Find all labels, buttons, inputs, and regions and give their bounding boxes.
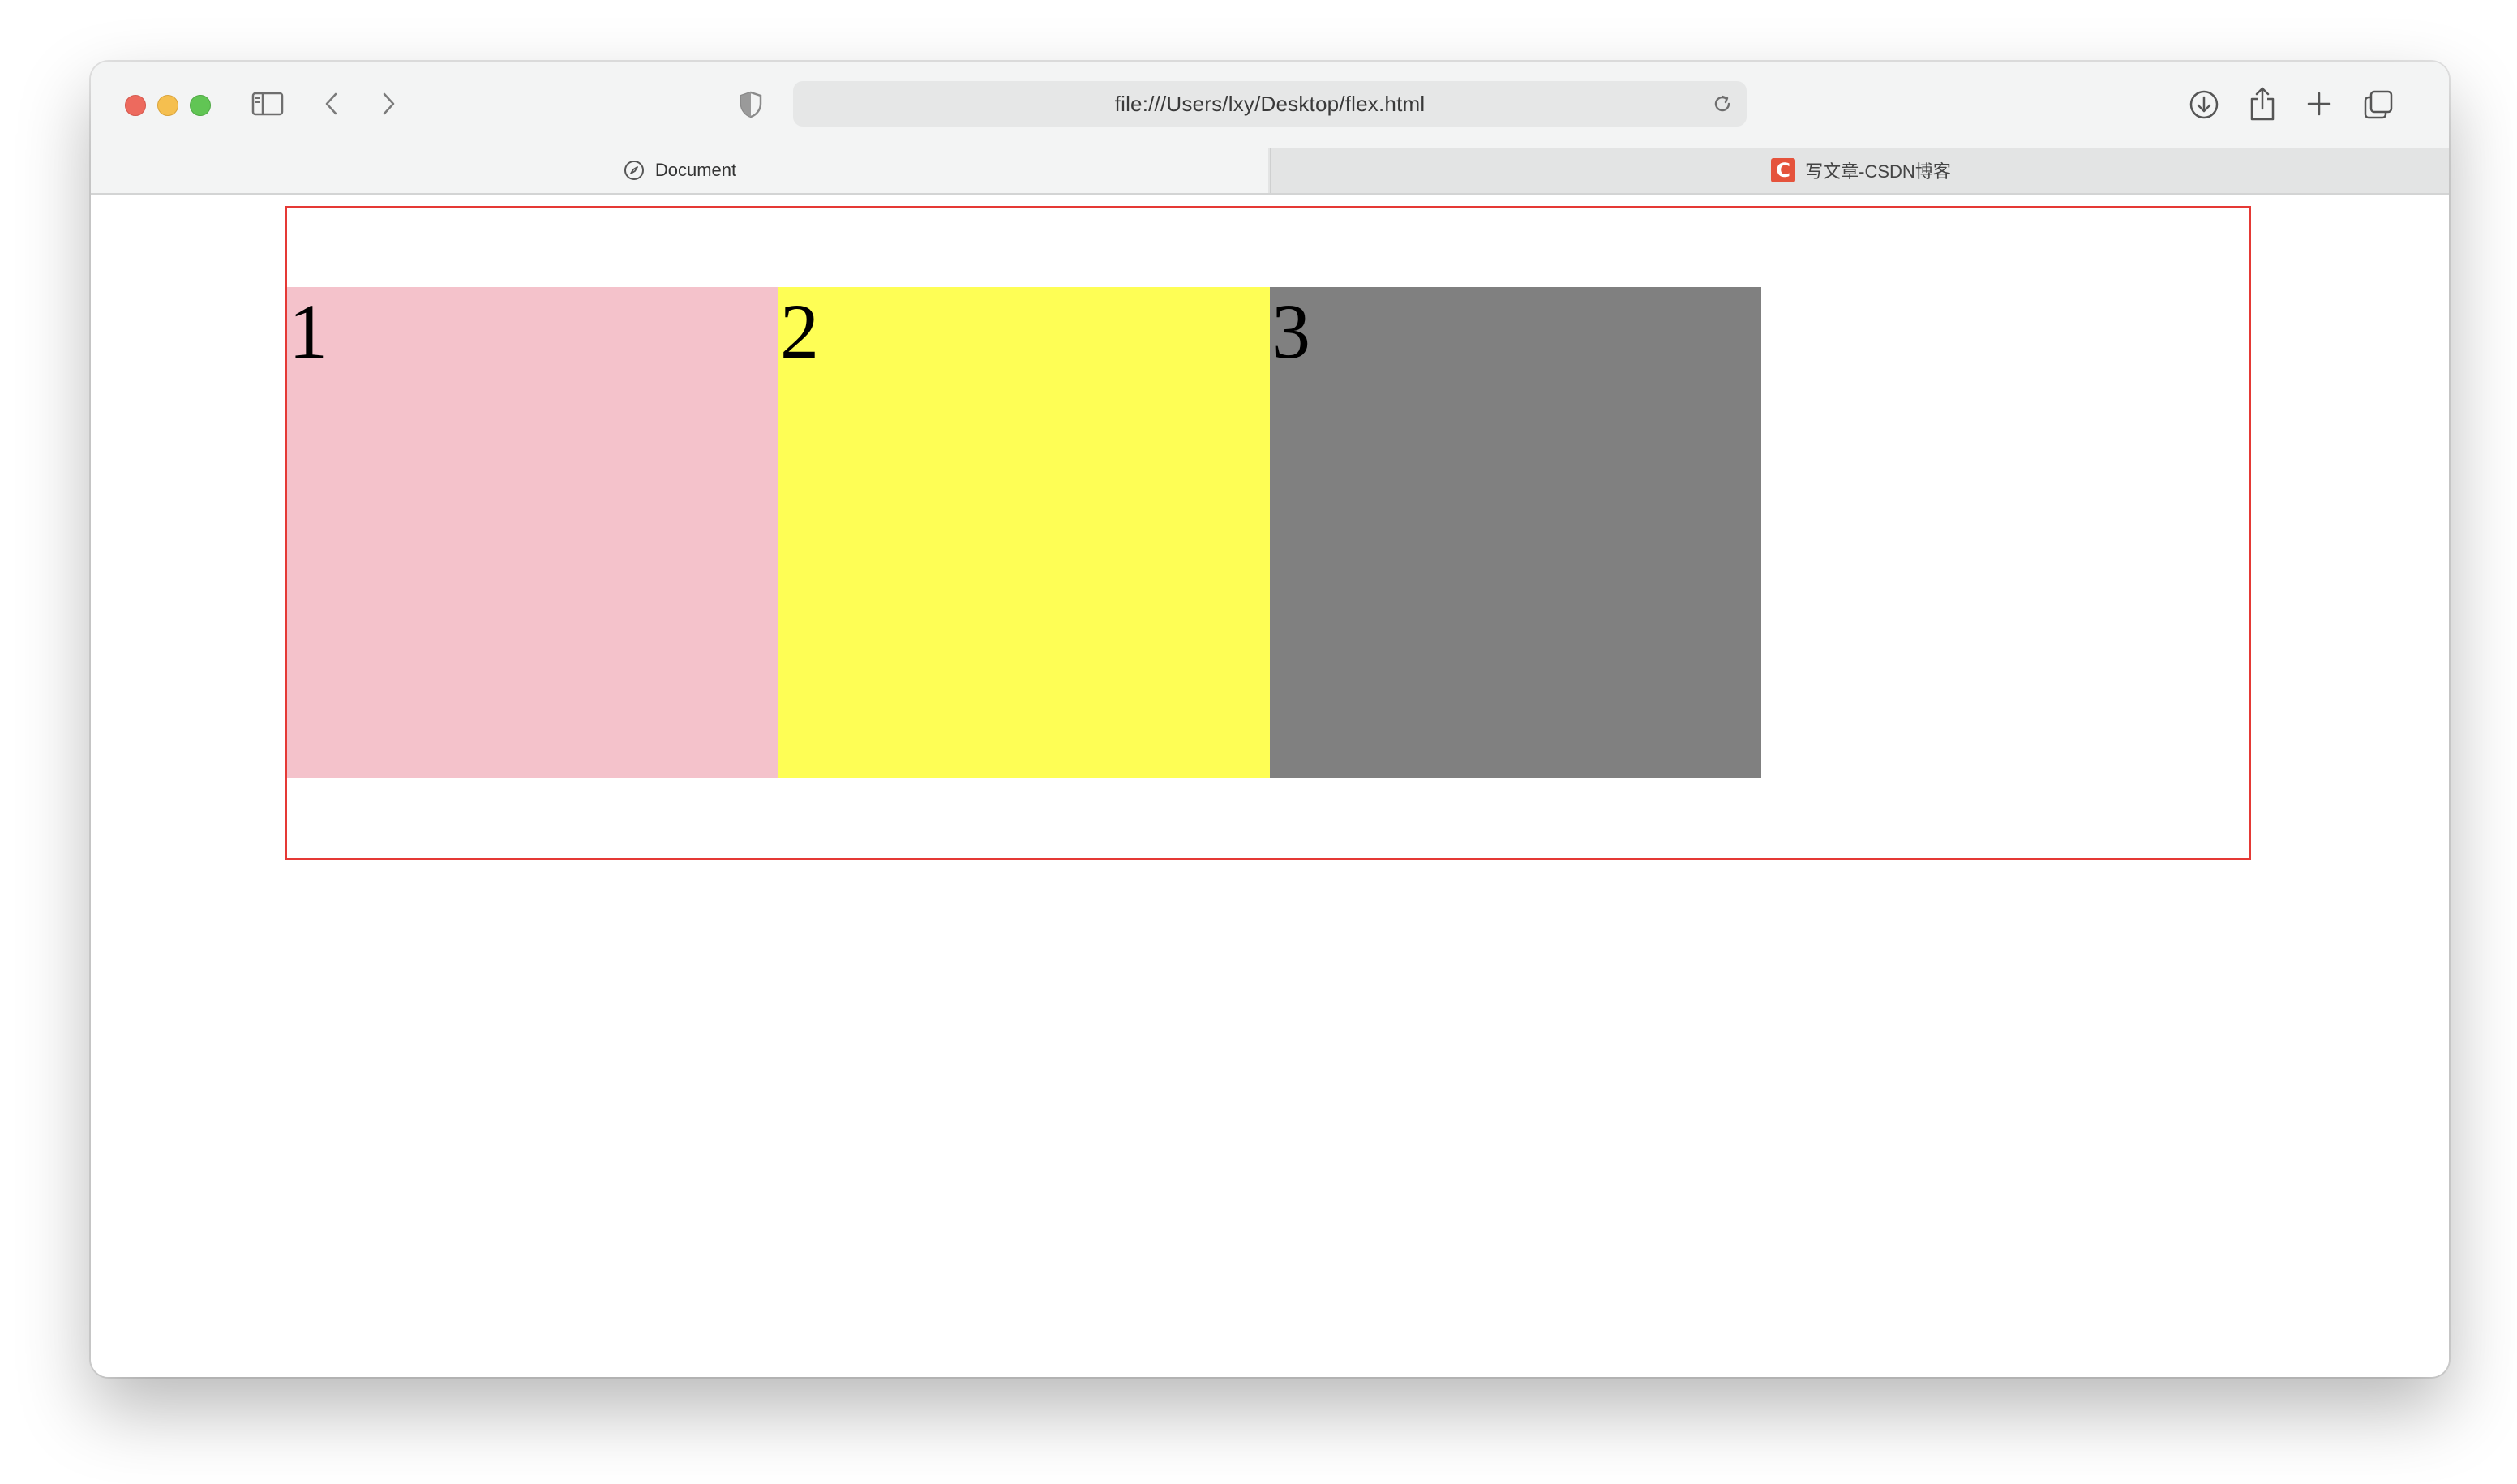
sidebar-icon[interactable]: [250, 89, 285, 118]
compass-icon: [623, 159, 645, 182]
share-icon[interactable]: [2246, 84, 2279, 123]
tab-label: Document: [654, 160, 737, 180]
close-window-button[interactable]: [125, 95, 146, 116]
tab-document[interactable]: Document: [91, 148, 1268, 193]
new-tab-icon[interactable]: [2305, 89, 2334, 118]
address-bar[interactable]: file:///Users/lxy/Desktop/flex.html: [793, 81, 1747, 127]
csdn-icon: C: [1771, 158, 1796, 182]
download-icon[interactable]: [2186, 87, 2222, 122]
zoom-window-button[interactable]: [190, 95, 211, 116]
reload-icon[interactable]: [1711, 92, 1734, 119]
browser-window: file:///Users/lxy/Desktop/flex.html Docu…: [91, 62, 2449, 1377]
back-icon[interactable]: [319, 89, 344, 118]
tab-label: 写文章-CSDN博客: [1805, 161, 1951, 182]
tab-overview-icon[interactable]: [2361, 88, 2395, 122]
minimize-window-button[interactable]: [157, 95, 178, 116]
flex-container: 1 2 3: [285, 206, 2251, 860]
url-text: file:///Users/lxy/Desktop/flex.html: [1114, 91, 1426, 116]
shield-icon[interactable]: [736, 89, 765, 120]
flex-item-label: 3: [1271, 288, 1310, 375]
tab-bar: Document C 写文章-CSDN博客: [91, 148, 2449, 195]
flex-item-label: 1: [289, 288, 328, 375]
flex-item-3: 3: [1270, 287, 1761, 778]
browser-toolbar: file:///Users/lxy/Desktop/flex.html: [91, 62, 2449, 148]
flex-item-1: 1: [287, 287, 778, 778]
flex-item-2: 2: [778, 287, 1270, 778]
tab-csdn[interactable]: C 写文章-CSDN博客: [1270, 148, 2449, 193]
forward-icon[interactable]: [376, 89, 401, 118]
flex-item-label: 2: [780, 288, 819, 375]
page-content: 1 2 3: [91, 195, 2449, 1377]
